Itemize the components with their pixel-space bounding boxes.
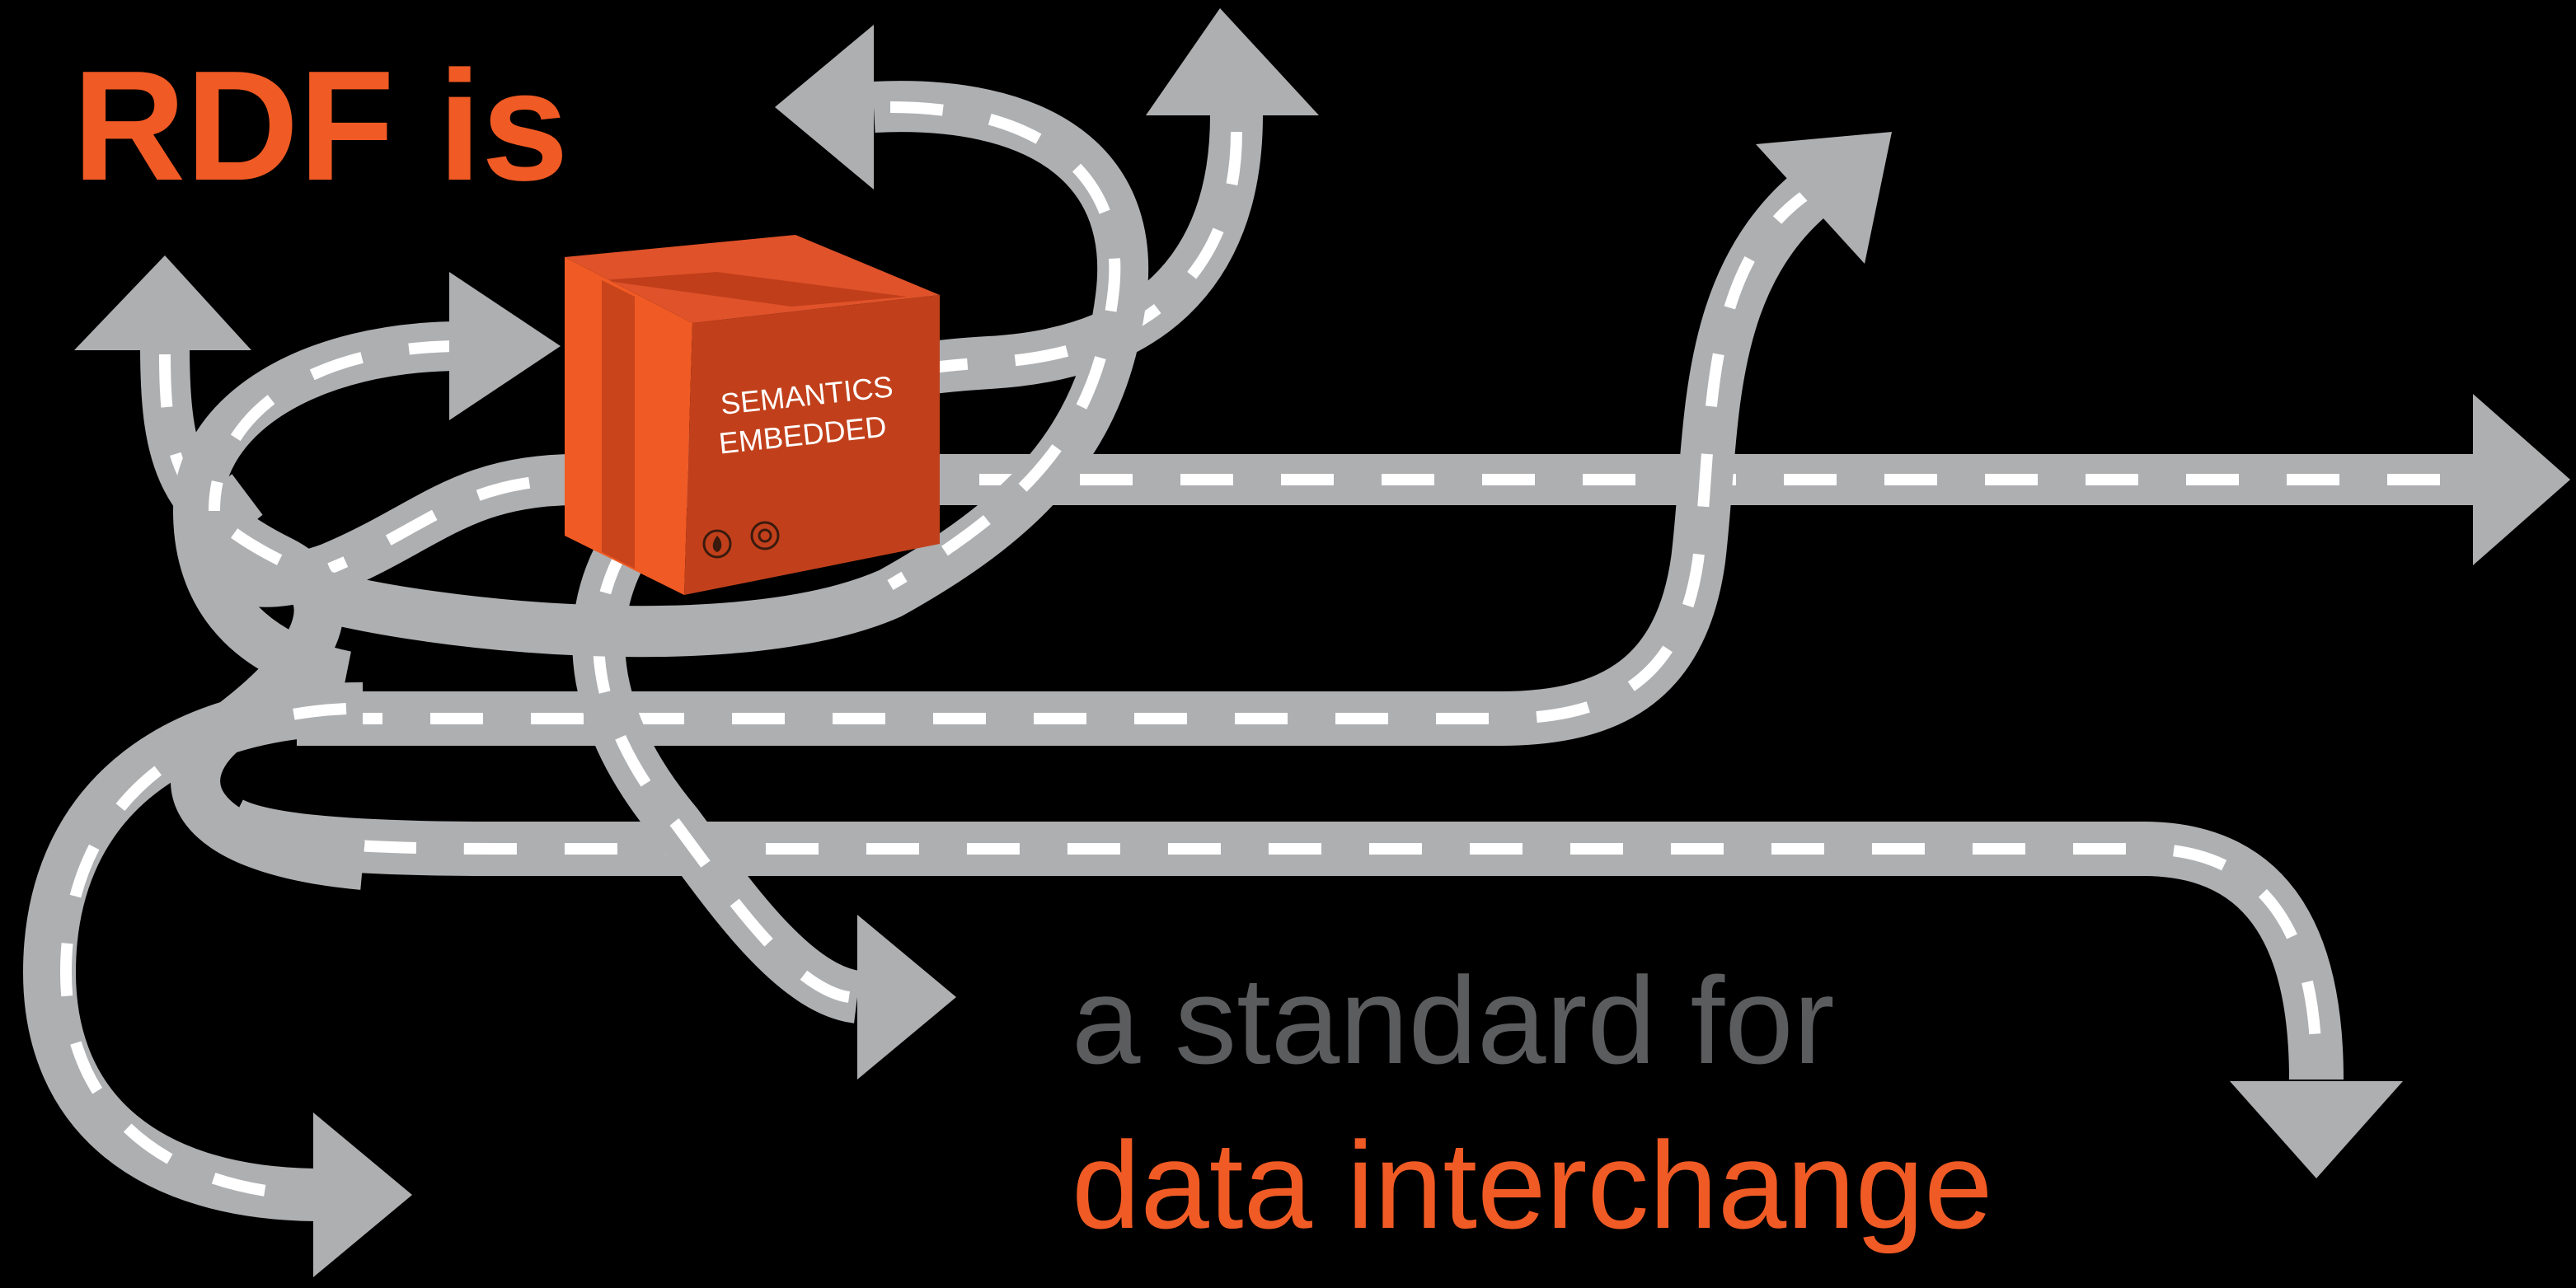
page-title: RDF is (73, 39, 569, 213)
subtitle-line1: a standard for (1072, 951, 1835, 1089)
subtitle-line2: data interchange (1072, 1116, 1993, 1254)
rdf-illustration: SEMANTICS EMBEDDED RDF is a standard for… (0, 0, 2576, 1288)
box-tape-left (602, 280, 635, 569)
semantics-box: SEMANTICS EMBEDDED (565, 235, 940, 595)
